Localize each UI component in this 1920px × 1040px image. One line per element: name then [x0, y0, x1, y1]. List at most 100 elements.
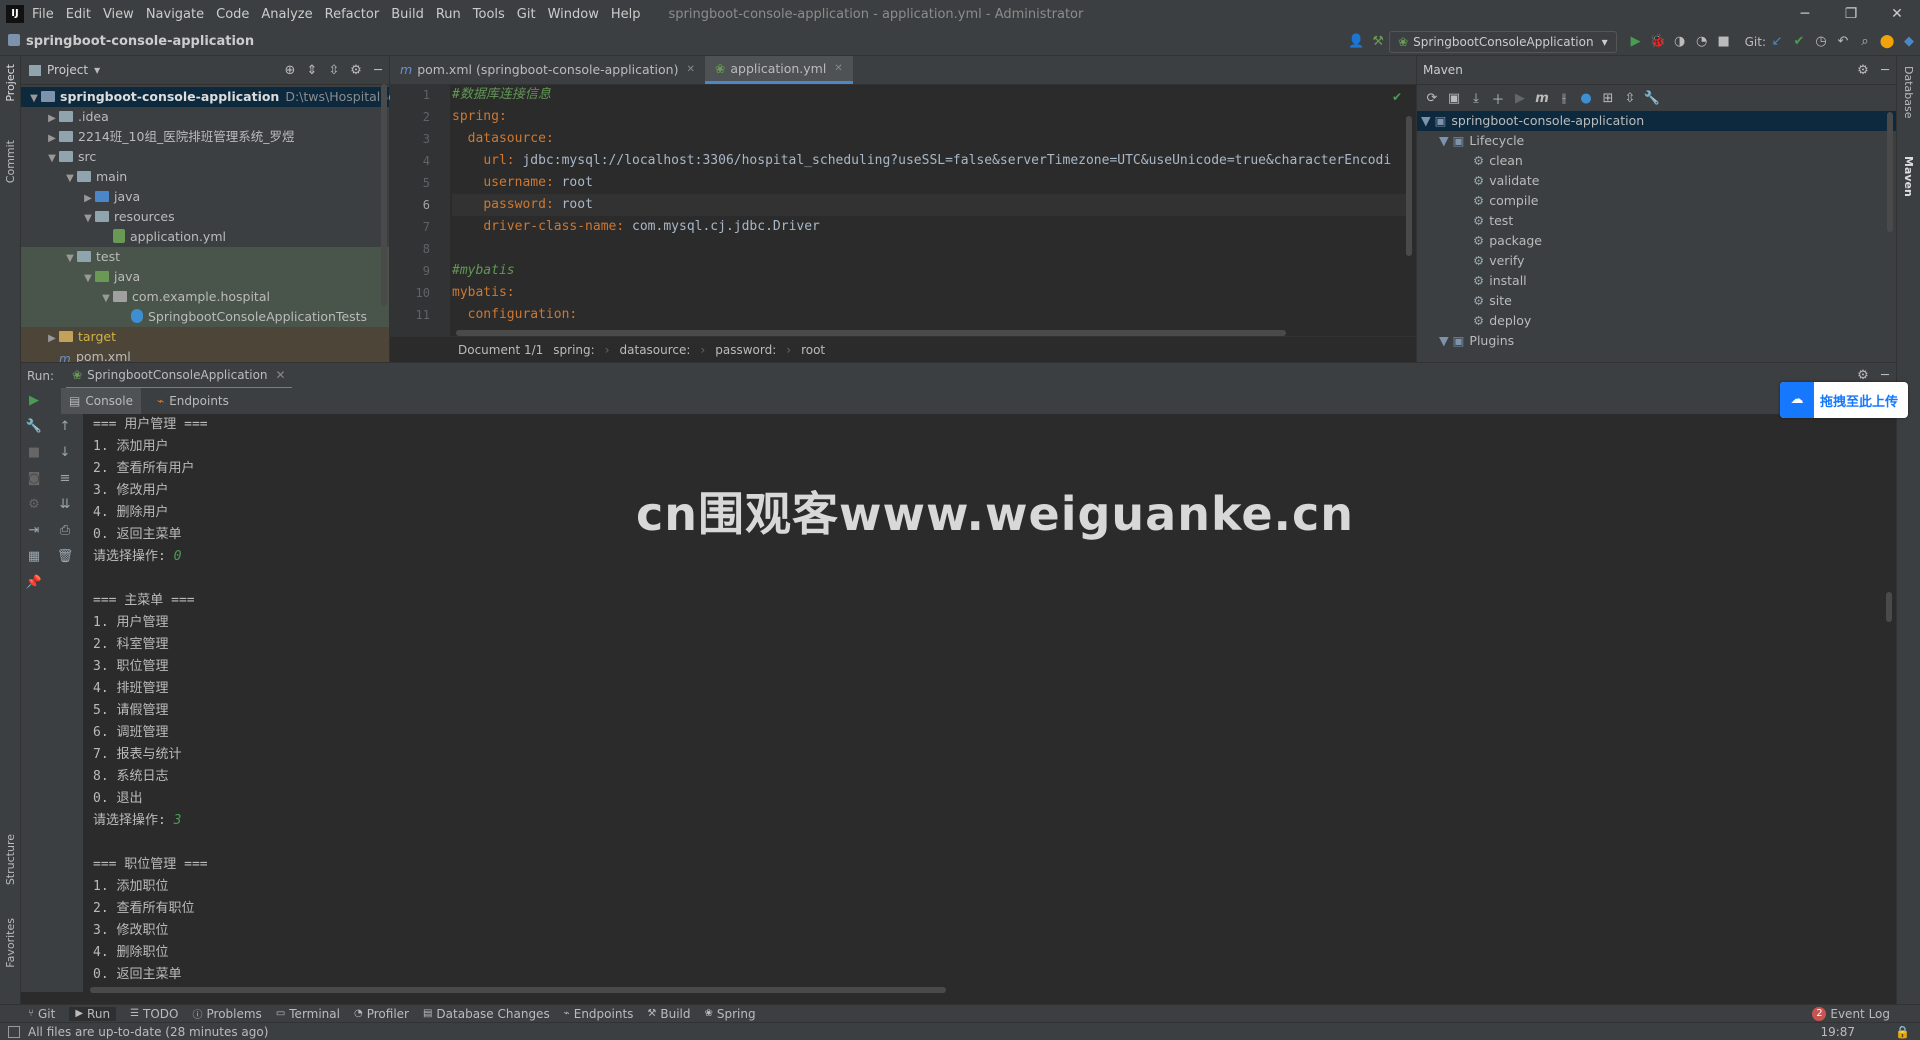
- menu-item-tools[interactable]: Tools: [473, 7, 505, 22]
- menu-item-analyze[interactable]: Analyze: [261, 7, 312, 22]
- breadcrumb-item[interactable]: spring:: [553, 343, 594, 357]
- print-icon[interactable]: ⎙: [47, 518, 83, 544]
- build-hammer-icon[interactable]: ⚒: [1367, 34, 1389, 49]
- tool-window-spring[interactable]: ❀ Spring: [705, 1007, 756, 1021]
- maven-plugins[interactable]: ▼ ▣ Plugins: [1417, 331, 1896, 351]
- commit-tool-tab[interactable]: Commit: [4, 140, 17, 183]
- maven-goal[interactable]: ⚙ site: [1417, 291, 1896, 311]
- status-toggle-icon[interactable]: [8, 1025, 20, 1038]
- gear-icon[interactable]: ⚙: [345, 63, 367, 78]
- project-scrollbar[interactable]: [381, 84, 387, 306]
- event-log-button[interactable]: 2 Event Log: [1812, 1006, 1890, 1021]
- menu-item-view[interactable]: View: [103, 7, 134, 22]
- maven-goal[interactable]: ⚙ package: [1417, 231, 1896, 251]
- download-icon[interactable]: ⤓: [1465, 91, 1487, 106]
- debug-icon[interactable]: 🐞: [1647, 34, 1669, 49]
- git-rollback-icon[interactable]: ↶: [1832, 34, 1854, 49]
- tree-item[interactable]: ▼ main: [21, 167, 389, 187]
- stop-icon[interactable]: ■: [21, 440, 47, 466]
- chevron-right-icon[interactable]: ▶: [81, 189, 95, 209]
- execute-maven-goal-icon[interactable]: m: [1531, 91, 1553, 106]
- tool-window-run[interactable]: ▶ Run: [69, 1006, 117, 1021]
- chevron-down-icon[interactable]: ▾: [94, 63, 100, 77]
- menu-item-build[interactable]: Build: [391, 7, 424, 22]
- chevron-down-icon[interactable]: ▼: [81, 269, 95, 289]
- menu-item-run[interactable]: Run: [436, 7, 461, 22]
- maven-tool-tab[interactable]: Maven: [1902, 156, 1915, 197]
- gear-icon[interactable]: ⚙: [1852, 368, 1874, 383]
- run-icon[interactable]: ▶: [1625, 34, 1647, 49]
- updates-icon[interactable]: ⬤: [1876, 34, 1898, 49]
- maven-goal[interactable]: ⚙ compile: [1417, 191, 1896, 211]
- maven-scrollbar[interactable]: [1887, 112, 1893, 232]
- tree-item[interactable]: ▼ springboot-console-application D:\tws\Ho…: [21, 87, 419, 107]
- scroll-to-end-icon[interactable]: ⇊: [47, 492, 83, 518]
- chevron-down-icon[interactable]: ▼: [45, 149, 59, 169]
- run-goal-icon[interactable]: ▶: [1509, 91, 1531, 106]
- tree-item[interactable]: ▶ .idea: [21, 107, 389, 127]
- menu-item-navigate[interactable]: Navigate: [146, 7, 204, 22]
- project-panel-title[interactable]: Project: [47, 63, 88, 77]
- menu-item-file[interactable]: File: [32, 7, 54, 22]
- git-history-icon[interactable]: ◷: [1810, 34, 1832, 49]
- close-icon[interactable]: ✕: [1874, 6, 1920, 22]
- close-icon[interactable]: ✕: [686, 56, 694, 84]
- tree-item[interactable]: ▼ src: [21, 147, 389, 167]
- collapse-all-icon[interactable]: ⇳: [1619, 91, 1641, 106]
- breadcrumb-item[interactable]: root: [801, 343, 825, 357]
- git-update-icon[interactable]: ↙: [1766, 34, 1788, 49]
- tree-item[interactable]: ▼ com.example.hospital: [21, 287, 389, 307]
- git-commit-icon[interactable]: ✔: [1788, 34, 1810, 49]
- pin-icon[interactable]: 📌: [21, 570, 47, 596]
- console-v-scrollbar[interactable]: [1886, 592, 1892, 622]
- tree-item[interactable]: ▶ target: [21, 327, 389, 347]
- soft-wrap-icon[interactable]: ≡: [47, 466, 83, 492]
- structure-tool-tab[interactable]: Structure: [4, 834, 17, 885]
- tool-window-build[interactable]: ⚒ Build: [647, 1007, 690, 1021]
- show-dependencies-icon[interactable]: ⊞: [1597, 91, 1619, 106]
- plus-icon[interactable]: ＋: [1487, 89, 1509, 108]
- tool-window-endpoints[interactable]: ⌁ Endpoints: [564, 1007, 634, 1021]
- maven-goal[interactable]: ⚙ validate: [1417, 171, 1896, 191]
- tab-endpoints[interactable]: ⌁ Endpoints: [149, 388, 237, 414]
- hide-icon[interactable]: ─: [1874, 63, 1896, 78]
- editor-v-scrollbar[interactable]: [1406, 116, 1412, 256]
- maven-goal[interactable]: ⚙ deploy: [1417, 311, 1896, 331]
- gear-icon[interactable]: ⚙: [1852, 63, 1874, 78]
- expand-all-icon[interactable]: ⇕: [301, 63, 323, 78]
- tool-window-todo[interactable]: ☰ TODO: [130, 1007, 178, 1021]
- tree-item[interactable]: ▼ java: [21, 267, 389, 287]
- project-tool-tab[interactable]: Project: [4, 64, 17, 102]
- hide-icon[interactable]: ─: [367, 63, 389, 78]
- tree-item[interactable]: ▶ 2214班_10组_医院排班管理系统_罗煜: [21, 127, 389, 147]
- breadcrumb-item[interactable]: password:: [715, 343, 776, 357]
- chevron-down-icon[interactable]: ▼: [63, 249, 77, 269]
- editor-tab[interactable]: ❀ application.yml ✕: [704, 55, 853, 84]
- maven-goal[interactable]: ⚙ verify: [1417, 251, 1896, 271]
- close-icon[interactable]: ✕: [834, 55, 842, 83]
- breadcrumb-project[interactable]: springboot-console-application: [26, 34, 254, 49]
- chevron-down-icon[interactable]: ▼: [81, 209, 95, 229]
- tool-window-profiler[interactable]: ◔ Profiler: [354, 1007, 409, 1021]
- maven-goal[interactable]: ⚙ install: [1417, 271, 1896, 291]
- maven-root[interactable]: ▼ ▣ springboot-console-application: [1417, 111, 1896, 131]
- menu-item-refactor[interactable]: Refactor: [325, 7, 380, 22]
- reload-icon[interactable]: ⟳: [1421, 91, 1443, 106]
- tool-window-terminal[interactable]: ▭ Terminal: [276, 1007, 340, 1021]
- search-icon[interactable]: ⌕: [1854, 34, 1876, 49]
- run-config-tab[interactable]: ❀ SpringbootConsoleApplication ✕: [66, 363, 292, 389]
- trash-icon[interactable]: 🗑: [47, 544, 83, 570]
- chevron-right-icon[interactable]: ▶: [45, 329, 59, 349]
- camera-icon[interactable]: ◙: [21, 466, 47, 492]
- locate-icon[interactable]: ⊕: [279, 63, 301, 78]
- rerun-icon[interactable]: ▶: [21, 388, 47, 414]
- maven-goal[interactable]: ⚙ clean: [1417, 151, 1896, 171]
- settings-icon[interactable]: ⚙: [21, 492, 47, 518]
- editor-tab[interactable]: m pom.xml (springboot-console-application…: [390, 56, 705, 84]
- maven-goal[interactable]: ⚙ test: [1417, 211, 1896, 231]
- profile-icon[interactable]: ◔: [1691, 34, 1713, 49]
- stop-icon[interactable]: ■: [1713, 34, 1735, 49]
- coverage-icon[interactable]: ◑: [1669, 34, 1691, 49]
- close-icon[interactable]: ✕: [276, 368, 286, 382]
- upload-widget[interactable]: ☁ 拖拽至此上传: [1780, 382, 1908, 418]
